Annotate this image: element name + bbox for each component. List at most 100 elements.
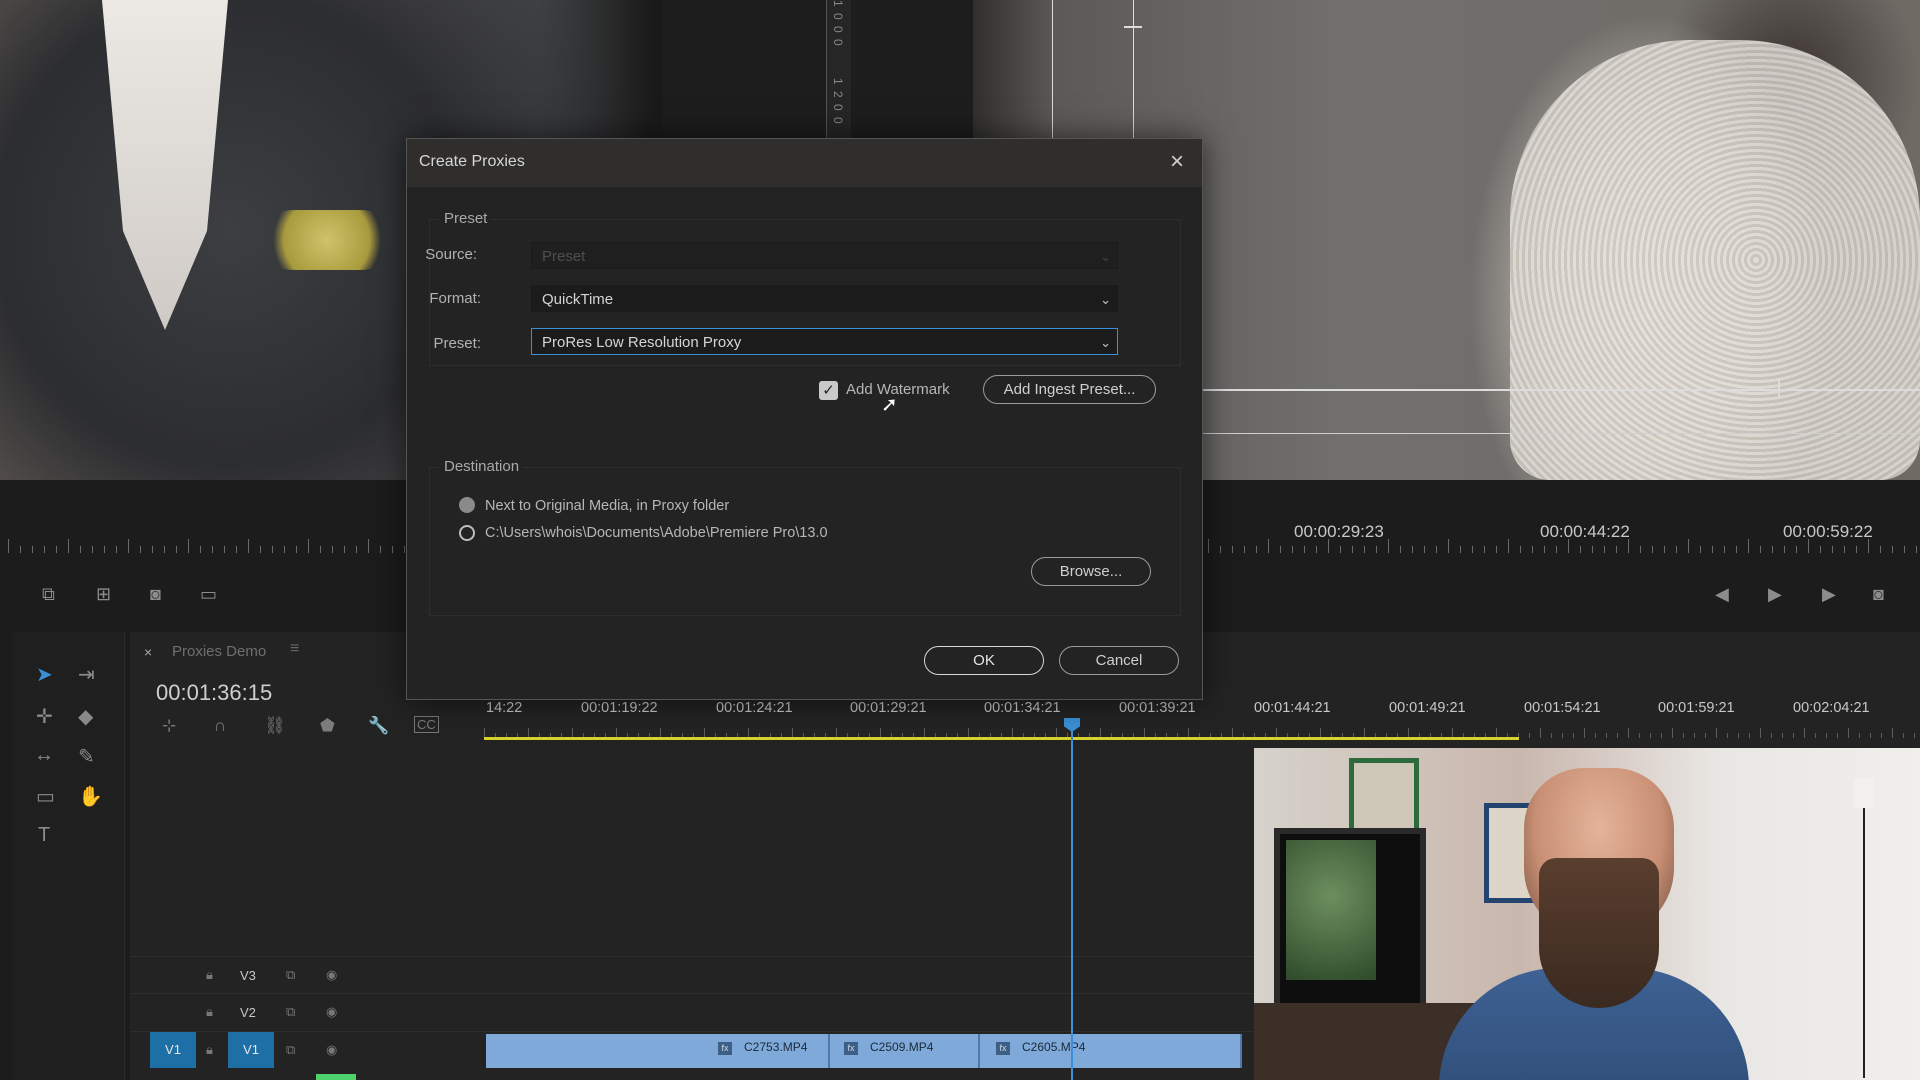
sync-lock-icon[interactable]: ⧉ xyxy=(286,1042,295,1058)
nest-icon[interactable]: ⊹ xyxy=(162,716,176,736)
ruler-tick xyxy=(20,546,21,553)
track-target-v1[interactable]: V1 xyxy=(228,1032,274,1068)
dropdown-value: Preset xyxy=(542,248,586,265)
ruler-tick xyxy=(1400,546,1401,553)
razor-icon[interactable]: ◆ xyxy=(78,704,93,729)
radio-label[interactable]: C:\Users\whois\Documents\Adobe\Premiere … xyxy=(485,525,828,541)
ruler-tick xyxy=(332,546,333,553)
hand-icon[interactable]: ✋ xyxy=(78,784,103,809)
insert-icon[interactable]: ⧉ xyxy=(42,584,55,605)
ruler-tick xyxy=(392,546,393,553)
timeline-current-timecode[interactable]: 00:01:36:15 xyxy=(156,680,272,706)
export-frame-icon[interactable]: ◙ xyxy=(150,584,161,605)
track-name: V3 xyxy=(240,968,256,983)
ruler-tick xyxy=(1484,546,1485,553)
radio-next-to-original[interactable] xyxy=(459,497,475,513)
selection-tool-icon[interactable]: ➤ xyxy=(36,662,53,687)
ruler-tick xyxy=(1544,546,1545,553)
eye-icon[interactable]: ◉ xyxy=(326,967,337,983)
ruler-tick xyxy=(296,546,297,553)
ruler-tick xyxy=(1232,546,1233,553)
add-marker-icon[interactable]: ⬟ xyxy=(320,716,335,736)
slip-icon[interactable]: ↔ xyxy=(34,744,54,767)
timeline-clip[interactable]: fx C2605.MP4 xyxy=(980,1034,1242,1068)
ruler-tick xyxy=(1815,733,1816,738)
timeline-tab[interactable]: Proxies Demo xyxy=(172,643,266,660)
ruler-tick xyxy=(1388,539,1389,553)
ruler-tick xyxy=(1760,546,1761,553)
wrench-icon[interactable]: 🔧 xyxy=(368,716,389,736)
radio-label[interactable]: Next to Original Media, in Proxy folder xyxy=(485,498,729,514)
source-dropdown[interactable]: Preset ⌄ xyxy=(531,242,1118,269)
ruler-tick xyxy=(1820,546,1821,553)
timeline-clip[interactable]: fx C2509.MP4 xyxy=(830,1034,980,1068)
radio-custom-path[interactable] xyxy=(459,525,475,541)
type-icon[interactable]: T xyxy=(38,824,50,847)
panel-menu-icon[interactable]: ≡ xyxy=(290,640,299,658)
pen-icon[interactable]: ✎ xyxy=(78,744,95,769)
timeline-clip[interactable]: fx C2753.MP4 xyxy=(486,1034,830,1068)
ruler-tick xyxy=(1903,733,1904,738)
ruler-timecode: 00:01:59:21 xyxy=(1658,700,1735,716)
cancel-button[interactable]: Cancel xyxy=(1059,646,1179,675)
ruler-tick xyxy=(1551,733,1552,738)
browse-button[interactable]: Browse... xyxy=(1031,557,1151,586)
camera-icon[interactable]: ◙ xyxy=(1873,584,1884,605)
ruler-tick xyxy=(1914,733,1915,738)
timeline-ruler[interactable]: 14:22 00:01:19:22 00:01:24:21 00:01:29:2… xyxy=(484,700,1920,742)
ruler-tick xyxy=(1352,546,1353,553)
ruler-tick xyxy=(260,546,261,553)
ruler-digit: 1 xyxy=(831,78,845,85)
source-patch-v1[interactable]: V1 xyxy=(150,1032,196,1068)
overwrite-icon[interactable]: ⊞ xyxy=(96,584,111,605)
step-forward-icon[interactable]: ▶ xyxy=(1822,584,1836,605)
dialog-titlebar[interactable]: Create Proxies × xyxy=(407,139,1202,187)
ruler-tick xyxy=(1782,733,1783,738)
ruler-tick xyxy=(1424,546,1425,553)
ruler-tick xyxy=(128,539,129,553)
sync-lock-icon[interactable]: ⧉ xyxy=(286,1004,295,1020)
chevron-down-icon: ⌄ xyxy=(1100,292,1111,307)
add-watermark-label[interactable]: Add Watermark xyxy=(846,381,950,398)
eye-icon[interactable]: ◉ xyxy=(326,1042,337,1058)
ruler-tick xyxy=(1771,733,1772,738)
track-select-icon[interactable]: ⇥ xyxy=(78,662,95,687)
work-area-bar[interactable] xyxy=(484,737,1519,740)
sync-lock-icon[interactable]: ⧉ xyxy=(286,967,295,983)
clip-label: C2509.MP4 xyxy=(870,1040,934,1054)
linked-selection-icon[interactable]: ⛓ xyxy=(264,716,286,736)
step-back-icon[interactable]: ◀ xyxy=(1715,584,1729,605)
play-icon[interactable]: ▶ xyxy=(1768,584,1782,605)
ruler-digit: 0 xyxy=(831,104,845,111)
guide-line xyxy=(1200,433,1920,434)
close-icon[interactable]: × xyxy=(1163,148,1191,176)
add-watermark-checkbox[interactable]: ✓ xyxy=(819,381,838,400)
lock-icon[interactable]: 🔒︎ xyxy=(206,967,213,983)
ruler-tick xyxy=(80,546,81,553)
ok-button[interactable]: OK xyxy=(924,646,1044,675)
ruler-digit: 0 xyxy=(831,39,845,46)
ripple-edit-icon[interactable]: ✛ xyxy=(36,704,53,729)
close-icon[interactable]: × xyxy=(144,644,152,660)
eye-icon[interactable]: ◉ xyxy=(326,1004,337,1020)
field-label: Preset: xyxy=(433,335,481,352)
ruler-tick xyxy=(1748,539,1749,553)
ruler-tick xyxy=(1268,539,1269,553)
ruler-tick xyxy=(1529,733,1530,738)
ruler-tick xyxy=(1676,546,1677,553)
compare-icon[interactable]: ▭ xyxy=(200,584,217,605)
timeline-toolbar: ⊹ ∩ ⛓ ⬟ 🔧 CC xyxy=(150,714,490,740)
ruler-tick xyxy=(1604,546,1605,553)
lock-icon[interactable]: 🔒︎ xyxy=(206,1042,213,1058)
snap-icon[interactable]: ∩ xyxy=(214,716,226,736)
rectangle-icon[interactable]: ▭ xyxy=(36,784,55,809)
captions-icon[interactable]: CC xyxy=(414,716,439,733)
ruler-tick xyxy=(1804,728,1805,738)
add-ingest-preset-button[interactable]: Add Ingest Preset... xyxy=(983,375,1156,404)
ruler-tick xyxy=(1652,546,1653,553)
ruler-tick xyxy=(1280,546,1281,553)
lock-icon[interactable]: 🔒︎ xyxy=(206,1004,213,1020)
format-dropdown[interactable]: QuickTime ⌄ xyxy=(531,285,1118,312)
ruler-tick xyxy=(1580,546,1581,553)
preset-dropdown[interactable]: ProRes Low Resolution Proxy ⌄ xyxy=(531,328,1118,355)
